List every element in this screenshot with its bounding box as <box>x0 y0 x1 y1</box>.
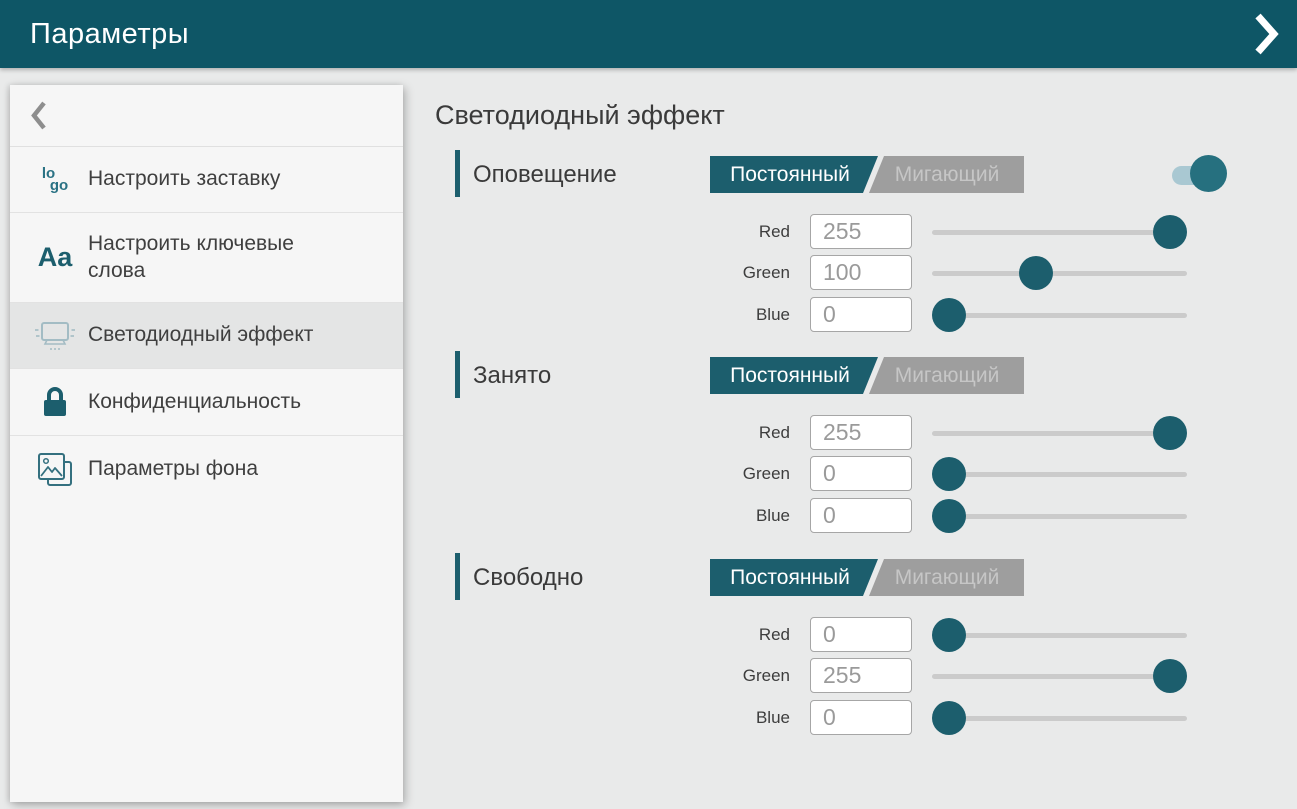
slider-knob[interactable] <box>1153 416 1187 450</box>
green-value-input[interactable] <box>810 456 912 491</box>
green-slider[interactable] <box>932 255 1187 291</box>
blue-slider[interactable] <box>932 297 1187 333</box>
sidebar-back-button[interactable] <box>10 85 403 147</box>
background-image-icon <box>30 436 80 503</box>
green-slider[interactable] <box>932 456 1187 492</box>
section-title: Занято <box>473 355 551 396</box>
red-label: Red <box>435 617 790 653</box>
led-screen-icon <box>30 303 80 368</box>
section-accent-bar <box>455 553 460 600</box>
red-value-input[interactable] <box>810 415 912 450</box>
slider-knob[interactable] <box>1153 215 1187 249</box>
sidebar-item-label: Светодиодный эффект <box>88 322 313 348</box>
slider-track <box>932 271 1187 276</box>
rgb-row-blue: Blue <box>435 297 1297 333</box>
app-header: Параметры <box>0 0 1297 68</box>
notification-led-switch[interactable] <box>1172 154 1228 194</box>
section-accent-bar <box>455 150 460 197</box>
mode-option-constant[interactable] <box>710 357 878 394</box>
red-value-input[interactable] <box>810 214 912 249</box>
slider-knob[interactable] <box>932 499 966 533</box>
rgb-row-blue: Blue <box>435 498 1297 534</box>
red-label: Red <box>435 214 790 250</box>
settings-screen: Параметры lo go Настроить заставку <box>0 0 1297 809</box>
red-slider[interactable] <box>932 415 1187 451</box>
slider-knob[interactable] <box>1019 256 1053 290</box>
slider-track <box>932 514 1187 519</box>
slider-knob[interactable] <box>932 701 966 735</box>
content-title: Светодиодный эффект <box>435 100 725 131</box>
logo-icon-text-bottom: go <box>50 180 68 192</box>
slider-knob[interactable] <box>932 298 966 332</box>
section-accent-bar <box>455 351 460 398</box>
page-title: Параметры <box>30 18 189 51</box>
rgb-row-red: Red <box>435 617 1297 653</box>
sidebar-item-label: Параметры фона <box>88 456 258 482</box>
blue-slider[interactable] <box>932 498 1187 534</box>
red-slider[interactable] <box>932 617 1187 653</box>
section-free: Свободно Постоянный Мигающий Red Green B… <box>435 555 1297 755</box>
slider-track <box>932 230 1187 235</box>
green-label: Green <box>435 255 790 291</box>
red-slider[interactable] <box>932 214 1187 250</box>
green-label: Green <box>435 658 790 694</box>
slider-track <box>932 431 1187 436</box>
chevron-right-icon <box>1253 12 1279 56</box>
section-title: Оповещение <box>473 154 617 195</box>
blue-label: Blue <box>435 700 790 736</box>
section-busy: Занято Постоянный Мигающий Red Green Blu… <box>435 353 1297 553</box>
green-value-input[interactable] <box>810 658 912 693</box>
green-value-input[interactable] <box>810 255 912 290</box>
sidebar-item-led-effect[interactable]: Светодиодный эффект <box>10 303 403 369</box>
slider-knob[interactable] <box>1153 659 1187 693</box>
section-title: Свободно <box>473 557 583 598</box>
sidebar-item-splash-screen[interactable]: lo go Настроить заставку <box>10 147 403 213</box>
settings-sidebar: lo go Настроить заставку Aa Настроить кл… <box>10 85 403 802</box>
slider-track <box>932 674 1187 679</box>
chevron-left-icon <box>30 100 47 131</box>
mode-option-constant[interactable] <box>710 156 878 193</box>
sidebar-item-keywords[interactable]: Aa Настроить ключевые слова <box>10 213 403 303</box>
slider-track <box>932 633 1187 638</box>
blue-value-input[interactable] <box>810 297 912 332</box>
blue-value-input[interactable] <box>810 700 912 735</box>
green-slider[interactable] <box>932 658 1187 694</box>
keywords-icon-text: Aa <box>38 242 73 273</box>
sidebar-item-background[interactable]: Параметры фона <box>10 436 403 503</box>
rgb-row-red: Red <box>435 415 1297 451</box>
logo-icon: lo go <box>30 147 80 212</box>
blue-value-input[interactable] <box>810 498 912 533</box>
rgb-row-red: Red <box>435 214 1297 250</box>
red-label: Red <box>435 415 790 451</box>
keywords-icon: Aa <box>30 213 80 302</box>
mode-toggle: Постоянный Мигающий <box>710 357 1024 394</box>
sidebar-item-privacy[interactable]: Конфиденциальность <box>10 369 403 436</box>
green-label: Green <box>435 456 790 492</box>
rgb-row-green: Green <box>435 456 1297 492</box>
blue-label: Blue <box>435 498 790 534</box>
slider-track <box>932 313 1187 318</box>
slider-track <box>932 472 1187 477</box>
slider-knob[interactable] <box>932 457 966 491</box>
slider-track <box>932 716 1187 721</box>
sidebar-item-label: Настроить ключевые слова <box>88 231 333 284</box>
rgb-row-green: Green <box>435 658 1297 694</box>
mode-option-constant[interactable] <box>710 559 878 596</box>
section-notification: Оповещение Постоянный Мигающий Red Green <box>435 152 1297 352</box>
rgb-row-blue: Blue <box>435 700 1297 736</box>
sidebar-item-label: Конфиденциальность <box>88 389 301 415</box>
blue-slider[interactable] <box>932 700 1187 736</box>
switch-knob <box>1190 155 1227 192</box>
blue-label: Blue <box>435 297 790 333</box>
red-value-input[interactable] <box>810 617 912 652</box>
collapse-panel-button[interactable] <box>1249 12 1283 56</box>
lock-icon <box>30 369 80 435</box>
slider-knob[interactable] <box>932 618 966 652</box>
sidebar-item-label: Настроить заставку <box>88 166 280 192</box>
rgb-row-green: Green <box>435 255 1297 291</box>
mode-toggle: Постоянный Мигающий <box>710 156 1024 193</box>
mode-toggle: Постоянный Мигающий <box>710 559 1024 596</box>
